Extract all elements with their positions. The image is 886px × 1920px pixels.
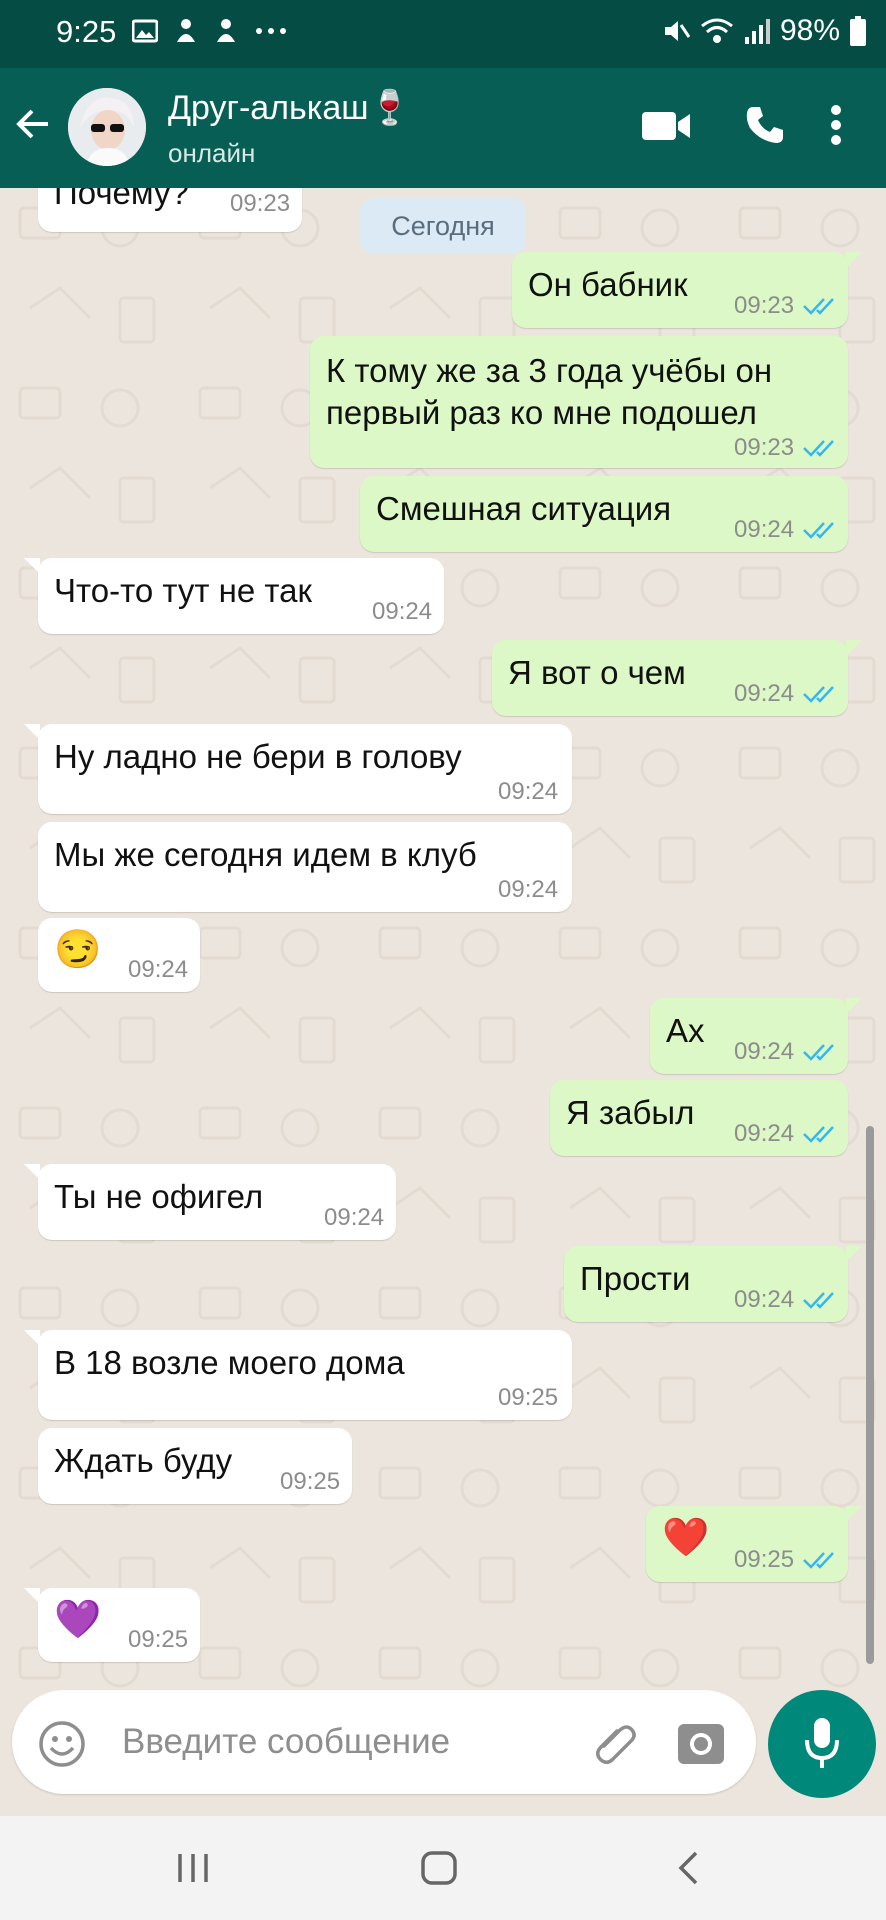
message-emoji: 😏 xyxy=(54,929,102,971)
message-time: 09:24 xyxy=(498,778,559,805)
message-time: 09:24 xyxy=(734,680,795,707)
system-nav-bar xyxy=(0,1816,886,1920)
back-nav-icon[interactable] xyxy=(676,1850,700,1886)
read-ticks-icon xyxy=(803,522,834,539)
message-time: 09:24 xyxy=(734,1286,795,1313)
chat-header: Друг-алькаш🍷 онлайн xyxy=(0,68,886,188)
message-time: 09:24 xyxy=(734,1038,795,1065)
message-incoming[interactable]: Ну ладно не бери в голову 09:24 xyxy=(24,724,572,814)
message-incoming[interactable]: 😏 09:24 xyxy=(38,918,200,992)
message-text: Прости xyxy=(580,1260,691,1297)
chat-area[interactable]: Сегодня Почему? 09:23 Он бабник 09:23 К … xyxy=(0,188,886,1688)
message-emoji: 💜 xyxy=(54,1599,102,1641)
date-chip: Сегодня xyxy=(360,198,526,254)
read-ticks-icon xyxy=(803,686,834,703)
phone-call-icon[interactable] xyxy=(744,104,786,146)
message-incoming[interactable]: Что-то тут не так 09:24 xyxy=(24,558,444,634)
avatar[interactable] xyxy=(68,88,146,166)
message-outgoing[interactable]: Я вот о чем 09:24 xyxy=(492,640,862,716)
message-incoming[interactable]: 💜 09:25 xyxy=(24,1588,200,1662)
message-text: Почему? xyxy=(54,188,189,211)
home-icon[interactable] xyxy=(420,1850,458,1886)
mute-icon xyxy=(664,21,690,41)
message-text: В 18 возле моего дома xyxy=(54,1344,405,1381)
menu-dots-icon[interactable] xyxy=(830,104,842,146)
message-text: Что-то тут не так xyxy=(54,572,312,609)
message-text: Ждать буду xyxy=(54,1442,233,1479)
message-incoming[interactable]: В 18 возле моего дома 09:25 xyxy=(24,1330,572,1420)
read-ticks-icon xyxy=(803,1292,834,1309)
read-ticks-icon xyxy=(803,1126,834,1143)
message-text: Ах xyxy=(666,1012,705,1049)
notification-icon xyxy=(177,19,195,42)
back-arrow-icon[interactable] xyxy=(12,104,52,144)
message-outgoing[interactable]: Ах 09:24 xyxy=(650,998,862,1074)
message-incoming[interactable]: Почему? 09:23 xyxy=(38,188,302,232)
message-time: 09:23 xyxy=(734,292,795,319)
message-time: 09:24 xyxy=(128,956,189,983)
message-time: 09:25 xyxy=(280,1468,341,1495)
message-incoming[interactable]: Ты не офигел 09:24 xyxy=(24,1164,396,1240)
read-ticks-icon xyxy=(803,1552,834,1569)
message-text: Ты не офигел xyxy=(54,1178,264,1215)
battery-icon xyxy=(850,16,866,46)
message-incoming[interactable]: Мы же сегодня идем в клуб 09:24 xyxy=(38,822,572,912)
read-ticks-icon xyxy=(803,298,834,315)
status-time: 9:25 xyxy=(56,14,117,49)
signal-icon xyxy=(744,19,770,44)
contact-name[interactable]: Друг-алькаш🍷 xyxy=(168,88,411,128)
message-outgoing[interactable]: ❤️ 09:25 xyxy=(646,1506,862,1582)
message-emoji: ❤️ xyxy=(662,1517,710,1559)
contact-status: онлайн xyxy=(168,138,256,168)
message-time: 09:25 xyxy=(734,1546,795,1573)
message-time: 09:24 xyxy=(734,516,795,543)
message-time: 09:23 xyxy=(230,190,291,217)
message-text: Он бабник xyxy=(528,266,688,303)
mic-button[interactable] xyxy=(768,1690,876,1798)
wifi-icon xyxy=(701,18,733,43)
message-time: 09:23 xyxy=(734,434,795,461)
message-text-line2: первый раз ко мне подошел xyxy=(326,394,757,431)
picture-icon xyxy=(132,19,158,43)
message-outgoing[interactable]: Прости 09:24 xyxy=(564,1246,862,1322)
battery-level: 98% xyxy=(779,14,840,47)
message-outgoing[interactable]: К тому же за 3 года учёбы он первый раз … xyxy=(310,336,848,468)
message-outgoing[interactable]: Смешная ситуация 09:24 xyxy=(360,476,848,552)
message-time: 09:25 xyxy=(128,1626,189,1653)
attach-icon[interactable] xyxy=(590,1718,640,1768)
read-ticks-icon xyxy=(803,1044,834,1061)
read-ticks-icon xyxy=(803,440,834,457)
message-incoming[interactable]: Ждать буду 09:25 xyxy=(38,1428,352,1504)
message-text: Я вот о чем xyxy=(508,654,686,691)
message-composer[interactable]: Введите сообщение xyxy=(12,1690,756,1794)
message-text: Смешная ситуация xyxy=(376,490,672,527)
mic-icon xyxy=(805,1718,839,1768)
video-call-icon[interactable] xyxy=(640,108,692,144)
message-text: Ну ладно не бери в голову xyxy=(54,738,462,775)
message-text: Мы же сегодня идем в клуб xyxy=(54,836,477,873)
message-text: К тому же за 3 года учёбы он xyxy=(326,352,773,389)
message-text: Я забыл xyxy=(566,1094,695,1131)
status-bar: 9:25 98% xyxy=(0,0,886,68)
message-time: 09:24 xyxy=(372,598,433,625)
wine-glass-emoji: 🍷 xyxy=(368,89,411,127)
emoji-icon[interactable] xyxy=(38,1720,86,1768)
message-time: 09:24 xyxy=(324,1204,385,1231)
message-input[interactable]: Введите сообщение xyxy=(122,1722,450,1762)
notification-icon xyxy=(217,19,235,42)
message-time: 09:24 xyxy=(734,1120,795,1147)
camera-icon[interactable] xyxy=(676,1720,726,1766)
message-time: 09:25 xyxy=(498,1384,559,1411)
message-outgoing[interactable]: Я забыл 09:24 xyxy=(550,1080,848,1156)
recent-apps-icon[interactable] xyxy=(176,1852,210,1884)
more-dots-icon xyxy=(256,28,286,34)
chat-scrollbar[interactable] xyxy=(866,1126,874,1664)
message-time: 09:24 xyxy=(498,876,559,903)
message-outgoing[interactable]: Он бабник 09:23 xyxy=(512,252,862,328)
